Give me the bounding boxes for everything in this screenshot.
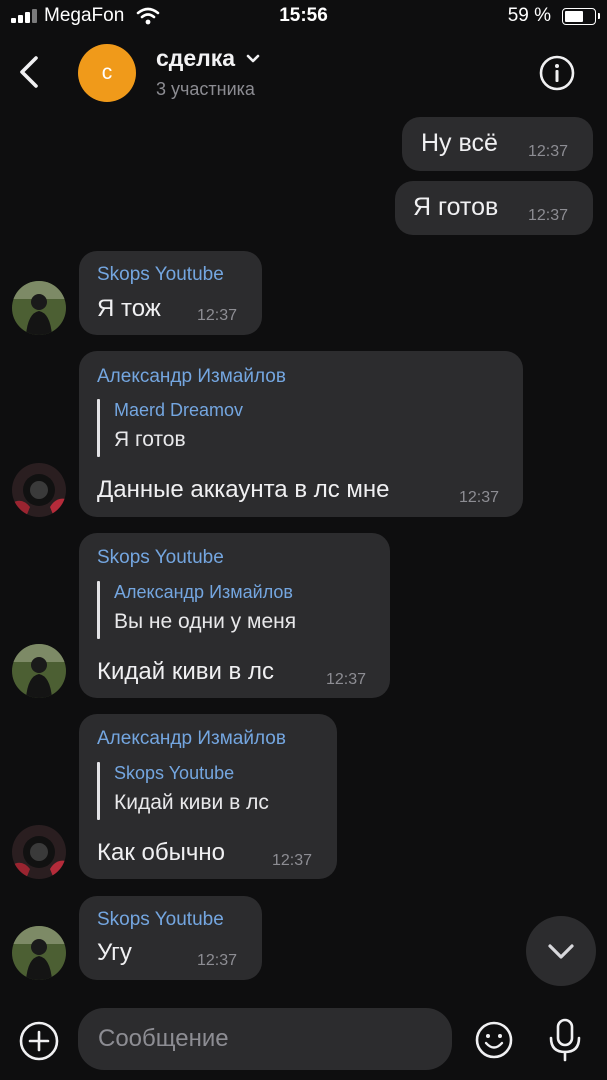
message-bubble-outgoing[interactable]: Ну всё 12:37: [402, 117, 593, 171]
message-time: 12:37: [197, 952, 238, 969]
message-time: 12:37: [272, 852, 313, 869]
plus-icon[interactable]: [18, 1020, 60, 1062]
message-text: Я тож: [97, 295, 161, 322]
avatar[interactable]: [12, 281, 66, 335]
composer-bar: [0, 1000, 607, 1080]
avatar-photo-icon: [12, 825, 66, 879]
group-avatar[interactable]: с: [78, 44, 136, 102]
message-text: Угу: [97, 939, 132, 966]
message-time: 12:37: [528, 143, 569, 160]
message-bubble-incoming[interactable]: Skops Youtube Александр Измайлов Вы не о…: [79, 533, 390, 698]
avatar-photo-icon: [12, 926, 66, 980]
message-bubble-incoming[interactable]: Skops Youtube Угу 12:37: [79, 896, 262, 980]
emoji-icon[interactable]: [474, 1020, 514, 1060]
chat-title[interactable]: сделка: [156, 45, 235, 72]
avatar[interactable]: [12, 926, 66, 980]
reply-quote-bar: [97, 762, 100, 820]
reply-quote-author[interactable]: Maerd Dreamov: [114, 400, 243, 421]
mic-icon[interactable]: [546, 1017, 584, 1063]
reply-quote-bar: [97, 581, 100, 639]
message-text: Кидай киви в лс: [97, 658, 274, 685]
sender-name[interactable]: Skops Youtube: [97, 547, 224, 569]
reply-quote-text[interactable]: Вы не одни у меня: [114, 610, 296, 634]
message-bubble-incoming[interactable]: Александр Измайлов Skops Youtube Кидай к…: [79, 714, 337, 879]
reply-quote-bar: [97, 399, 100, 457]
avatar-photo-icon: [12, 644, 66, 698]
avatar[interactable]: [12, 825, 66, 879]
message-bubble-incoming[interactable]: Skops Youtube Я тож 12:37: [79, 251, 262, 335]
scroll-down-icon: [548, 944, 574, 959]
battery-icon: [562, 8, 600, 25]
sender-name[interactable]: Skops Youtube: [97, 264, 224, 286]
scroll-down-button[interactable]: [526, 916, 596, 986]
reply-quote-author[interactable]: Александр Измайлов: [114, 582, 293, 603]
back-icon[interactable]: [14, 52, 46, 92]
message-bubble-outgoing[interactable]: Я готов 12:37: [395, 181, 593, 235]
message-text: Я готов: [413, 193, 499, 221]
avatar-photo-icon: [12, 463, 66, 517]
message-text: Как обычно: [97, 839, 225, 866]
message-time: 12:37: [459, 489, 500, 506]
reply-quote-text[interactable]: Я готов: [114, 428, 186, 452]
message-time: 12:37: [528, 207, 569, 224]
chat-header: с сделка 3 участника: [0, 34, 607, 114]
avatar-photo-icon: [12, 281, 66, 335]
status-bar: MegaFon 15:56 59 %: [0, 0, 607, 34]
avatar[interactable]: [12, 644, 66, 698]
reply-quote-author[interactable]: Skops Youtube: [114, 763, 234, 784]
chat-subtitle: 3 участника: [156, 79, 255, 99]
message-bubble-incoming[interactable]: Александр Измайлов Maerd Dreamov Я готов…: [79, 351, 523, 517]
message-text: Данные аккаунта в лс мне: [97, 476, 390, 503]
message-input[interactable]: [78, 1008, 452, 1070]
message-time: 12:37: [326, 671, 367, 688]
sender-name[interactable]: Александр Измайлов: [97, 366, 286, 388]
info-icon[interactable]: [539, 55, 575, 91]
reply-quote-text[interactable]: Кидай киви в лс: [114, 791, 269, 815]
sender-name[interactable]: Skops Youtube: [97, 909, 224, 931]
message-text: Ну всё: [421, 129, 498, 157]
sender-name[interactable]: Александр Измайлов: [97, 728, 286, 750]
message-time: 12:37: [197, 307, 238, 324]
chat-title-row[interactable]: сделка: [156, 45, 261, 72]
chevron-down-icon[interactable]: [245, 53, 261, 65]
avatar[interactable]: [12, 463, 66, 517]
battery-percent: 59 %: [507, 5, 551, 26]
